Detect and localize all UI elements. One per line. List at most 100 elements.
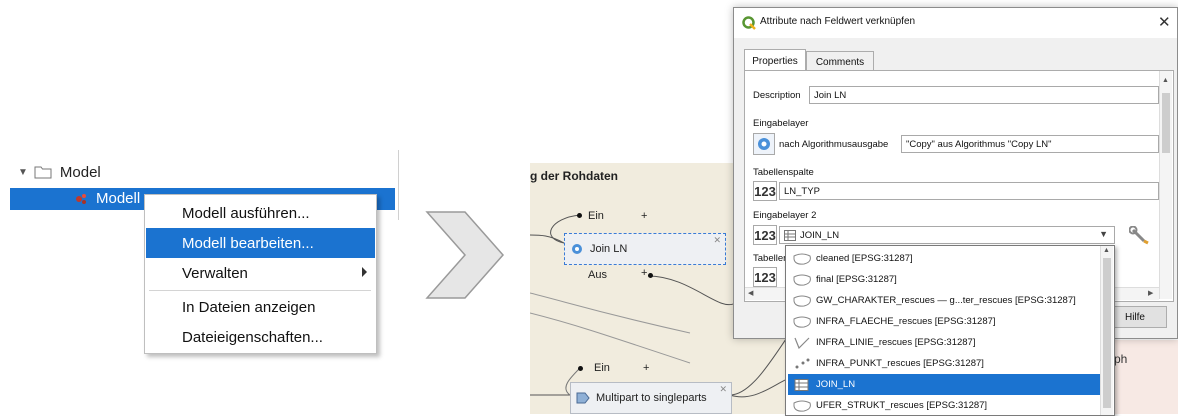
layer-dropdown-list[interactable]: cleaned [EPSG:31287] final [EPSG:31287] GW… (785, 245, 1115, 416)
menu-item-edit-model[interactable]: Modell bearbeiten... (146, 228, 375, 258)
numeric-badge: 123 (754, 183, 776, 199)
eingabelayer-value: "Copy" aus Algorithmus "Copy LN" (906, 138, 1052, 150)
add-port-icon[interactable]: + (641, 210, 647, 222)
output-port-label: Aus (588, 269, 607, 281)
tabellenspalte-value: LN_TYP (784, 185, 820, 197)
menu-item-label: Dateieigenschaften... (182, 328, 323, 346)
dropdown-item[interactable]: GW_CHARAKTER_rescues — g...ter_rescues [… (788, 290, 1100, 311)
scrollbar-thumb[interactable] (1162, 93, 1170, 153)
tree-item-model[interactable]: ▼ Model (18, 161, 101, 183)
dropdown-item[interactable]: INFRA_LINIE_rescues [EPSG:31287] (788, 332, 1100, 353)
dropdown-item[interactable]: INFRA_FLAECHE_rescues [EPSG:31287] (788, 311, 1100, 332)
port-dot (648, 273, 653, 278)
source-mode-button[interactable] (753, 133, 775, 155)
gear-icon (572, 244, 582, 254)
menu-item-show-in-files[interactable]: In Dateien anzeigen (146, 292, 375, 322)
dropdown-item-label: INFRA_PUNKT_rescues [EPSG:31287] (816, 358, 984, 369)
tabellenspalte-input[interactable]: LN_TYP (779, 182, 1159, 200)
title-bar: Attribute nach Feldwert verknüpfen ✕ (734, 8, 1177, 38)
dialog-title: Attribute nach Feldwert verknüpfen (760, 16, 916, 27)
dropdown-item[interactable]: final [EPSG:31287] (788, 269, 1100, 290)
polygon-icon (793, 400, 811, 412)
description-value: Join LN (814, 89, 847, 101)
remove-node-icon[interactable]: ✕ (713, 235, 721, 246)
polygon-icon (793, 274, 811, 286)
eingabelayer2-value: JOIN_LN (800, 229, 840, 241)
dropdown-scrollbar[interactable]: ▲ (1100, 246, 1113, 415)
dropdown-item[interactable]: cleaned [EPSG:31287] (788, 248, 1100, 269)
description-input[interactable]: Join LN (809, 86, 1159, 104)
chevron-right-icon (425, 211, 505, 299)
numeric-badge: 123 (754, 269, 776, 285)
wrench-icon[interactable] (1129, 226, 1151, 246)
dropdown-item[interactable]: UFER_STRUKT_rescues [EPSG:31287] (788, 395, 1100, 415)
submenu-arrow-icon (362, 267, 367, 277)
source-mode-label: nach Algorithmusausgabe (779, 139, 889, 150)
context-menu: Modell ausführen... Modell bearbeiten...… (144, 194, 377, 354)
algorithm-node-join-ln[interactable]: Join LN ✕ (564, 233, 726, 265)
folder-icon (34, 166, 52, 179)
eingabelayer2-label: Eingabelayer 2 (753, 210, 817, 221)
gear-icon (758, 138, 770, 150)
model-icon (76, 194, 86, 204)
menu-item-label: Modell bearbeiten... (182, 234, 314, 252)
menu-item-manage[interactable]: Verwalten (146, 258, 375, 288)
tab-label: Comments (815, 57, 865, 68)
menu-item-label: In Dateien anzeigen (182, 298, 316, 316)
group-title: g der Rohdaten (530, 169, 619, 183)
tree-item-label: Modell (96, 190, 141, 207)
description-label: Description (753, 90, 801, 101)
input-port-label: Ein (594, 362, 610, 374)
dropdown-item-label: INFRA_FLAECHE_rescues [EPSG:31287] (816, 316, 996, 327)
input-port-label: Ein (588, 210, 604, 222)
algorithm-node-label: Join LN (590, 243, 628, 255)
dropdown-item-label: UFER_STRUKT_rescues [EPSG:31287] (816, 400, 988, 411)
menu-item-label: Modell ausführen... (182, 204, 310, 222)
point-icon (795, 358, 810, 368)
algorithm-icon (576, 392, 590, 404)
dropdown-item-label: INFRA_LINIE_rescues [EPSG:31287] (816, 337, 976, 348)
numeric-source-icon[interactable]: 123 (753, 181, 777, 201)
menu-item-label: Verwalten (182, 264, 248, 282)
dropdown-item-label: final [EPSG:31287] (816, 274, 897, 285)
panel-divider (398, 150, 399, 220)
chevron-down-icon[interactable]: ▼ (1099, 229, 1108, 239)
tabellenspalte-label: Tabellenspalte (753, 167, 814, 178)
eingabelayer-label: Eingabelayer (753, 118, 809, 129)
expand-arrow-icon[interactable]: ▼ (18, 167, 28, 178)
eingabelayer-select[interactable]: "Copy" aus Algorithmus "Copy LN" (901, 135, 1159, 153)
polygon-icon (793, 253, 811, 265)
line-icon (794, 337, 810, 349)
tab-label: Properties (752, 55, 798, 67)
menu-item-file-properties[interactable]: Dateieigenschaften... (146, 322, 375, 352)
help-button-label: Hilfe (1124, 311, 1145, 323)
numeric-source-icon[interactable]: 123 (753, 225, 777, 245)
algorithm-node-multipart[interactable]: Multipart to singleparts ✕ (570, 382, 732, 414)
tabellenspalte2-label: Tabeller (753, 253, 787, 264)
add-port-icon[interactable]: + (643, 362, 649, 374)
close-icon[interactable]: ✕ (1158, 13, 1171, 31)
polygon-icon (793, 316, 811, 328)
dropdown-item-label: JOIN_LN (816, 379, 856, 390)
dropdown-item[interactable]: JOIN_LN (788, 374, 1100, 395)
port-dot (577, 213, 582, 218)
port-dot (578, 366, 583, 371)
polygon-icon (793, 295, 811, 307)
algorithm-node-label: Multipart to singleparts (596, 392, 707, 404)
table-icon (794, 378, 809, 391)
dropdown-item-label: GW_CHARAKTER_rescues — g...ter_rescues [… (816, 295, 1076, 306)
dropdown-item[interactable]: INFRA_PUNKT_rescues [EPSG:31287] (788, 353, 1100, 374)
numeric-badge: 123 (754, 227, 776, 243)
add-port-icon[interactable]: + (641, 267, 647, 279)
numeric-source-icon[interactable]: 123 (753, 267, 777, 287)
vertical-scrollbar[interactable]: ▲ (1159, 71, 1172, 299)
canvas-text: ph (1114, 352, 1128, 366)
tab-properties[interactable]: Properties (744, 49, 806, 72)
eingabelayer2-select[interactable]: JOIN_LN ▼ (779, 226, 1115, 244)
tree-item-label: Model (59, 163, 101, 181)
dropdown-item-label: cleaned [EPSG:31287] (816, 253, 913, 264)
remove-node-icon[interactable]: ✕ (719, 384, 727, 395)
menu-item-run-model[interactable]: Modell ausführen... (146, 198, 375, 228)
menu-separator (149, 290, 371, 291)
qgis-logo-icon (742, 16, 756, 30)
